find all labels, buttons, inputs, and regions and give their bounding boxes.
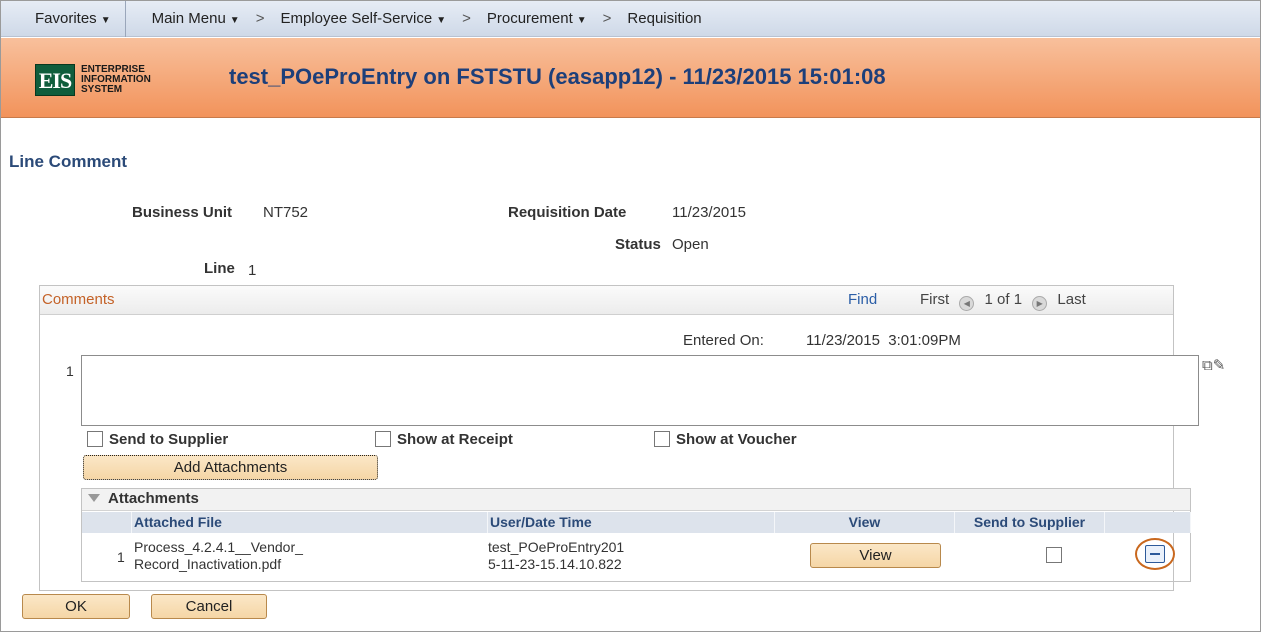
row-navigation: First ◀ 1 of 1 ▶ Last bbox=[920, 291, 1086, 311]
main-menu-label: Main Menu bbox=[151, 10, 226, 27]
page-title: Line Comment bbox=[9, 152, 128, 171]
send-to-supplier-option[interactable]: Send to Supplier bbox=[87, 431, 228, 448]
user-date-time: test_POeProEntry201 5-11-23-15.14.10.822 bbox=[488, 539, 624, 573]
breadcrumb-label: Employee Self-Service bbox=[280, 10, 433, 27]
view-attachment-button[interactable]: View bbox=[810, 543, 941, 568]
collapse-icon[interactable] bbox=[88, 494, 100, 502]
expand-icon[interactable]: ⧉ bbox=[1202, 357, 1213, 374]
comments-header: Comments Find First ◀ 1 of 1 ▶ Last bbox=[40, 286, 1173, 315]
attached-file-name[interactable]: Process_4.2.4.1__Vendor_ Record_Inactiva… bbox=[134, 539, 303, 573]
breadcrumb-procurement[interactable]: Procurement ▼ bbox=[481, 10, 593, 27]
last-link[interactable]: Last bbox=[1057, 291, 1085, 308]
send-to-supplier-checkbox[interactable] bbox=[87, 431, 103, 447]
add-attachments-button[interactable]: Add Attachments bbox=[83, 455, 378, 480]
show-at-voucher-option[interactable]: Show at Voucher bbox=[654, 431, 797, 448]
chevron-down-icon: ▼ bbox=[100, 15, 111, 26]
show-at-receipt-option[interactable]: Show at Receipt bbox=[375, 431, 513, 448]
chevron-down-icon: ▼ bbox=[436, 15, 447, 26]
column-header-actions bbox=[1105, 512, 1191, 533]
user-date-time-line: 5-11-23-15.14.10.822 bbox=[488, 556, 622, 572]
attachments-title: Attachments bbox=[108, 490, 199, 507]
comment-tools: ⧉✎ bbox=[1202, 356, 1225, 374]
attachments-header: Attachments bbox=[82, 489, 1190, 511]
status-value: Open bbox=[672, 236, 709, 253]
entered-on-value: 11/23/2015 3:01:09PM bbox=[806, 332, 961, 349]
first-link[interactable]: First bbox=[920, 291, 949, 308]
favorites-menu[interactable]: Favorites ▼ bbox=[1, 10, 121, 27]
send-to-supplier-label: Send to Supplier bbox=[109, 431, 229, 448]
environment-title: test_POeProEntry on FSTSTU (easapp12) - … bbox=[229, 64, 886, 89]
attached-file-line: Process_4.2.4.1__Vendor_ bbox=[134, 539, 303, 555]
business-unit-value: NT752 bbox=[263, 204, 309, 221]
comment-textarea[interactable] bbox=[81, 355, 1199, 426]
spell-check-icon[interactable]: ✎ bbox=[1213, 356, 1226, 374]
find-link[interactable]: Find bbox=[848, 291, 877, 308]
logo-text: ENTERPRISE INFORMATION SYSTEM bbox=[81, 65, 151, 95]
next-icon[interactable]: ▶ bbox=[1032, 296, 1048, 311]
header-banner: EIS ENTERPRISE INFORMATION SYSTEM test_P… bbox=[1, 38, 1260, 118]
entered-on-label: Entered On: bbox=[683, 332, 764, 349]
user-date-time-line: test_POeProEntry201 bbox=[488, 539, 625, 555]
ok-button[interactable]: OK bbox=[22, 594, 130, 619]
requisition-date-label: Requisition Date bbox=[508, 204, 627, 221]
cancel-button[interactable]: Cancel bbox=[151, 594, 267, 619]
business-unit-label: Business Unit bbox=[132, 204, 233, 221]
column-header-attached-file: Attached File bbox=[132, 512, 488, 533]
chevron-down-icon: ▼ bbox=[229, 15, 240, 26]
line-label: Line bbox=[204, 260, 235, 277]
eis-logo: EIS bbox=[35, 64, 75, 96]
breadcrumb-separator: > bbox=[255, 10, 265, 27]
breadcrumb-separator: > bbox=[602, 10, 612, 27]
column-header-send-to-supplier: Send to Supplier bbox=[955, 512, 1105, 533]
attachment-row-number: 1 bbox=[117, 549, 125, 565]
column-header-user-date-time: User/Date Time bbox=[488, 512, 775, 533]
favorites-label: Favorites bbox=[35, 10, 97, 27]
show-at-voucher-checkbox[interactable] bbox=[654, 431, 670, 447]
top-navigation: Favorites ▼ Main Menu ▼ > Employee Self-Se… bbox=[1, 0, 1260, 37]
show-at-receipt-checkbox[interactable] bbox=[375, 431, 391, 447]
attachment-send-to-supplier-checkbox[interactable] bbox=[1046, 547, 1062, 563]
column-header-row-number bbox=[82, 512, 132, 533]
breadcrumb-separator: > bbox=[462, 10, 471, 27]
breadcrumb-label: Procurement bbox=[486, 10, 573, 27]
logo-line: SYSTEM bbox=[81, 84, 123, 95]
status-label: Status bbox=[615, 236, 661, 253]
comments-title: Comments bbox=[42, 291, 115, 308]
chevron-down-icon: ▼ bbox=[576, 15, 587, 26]
breadcrumb-requisition[interactable]: Requisition bbox=[621, 10, 707, 27]
comment-row-number: 1 bbox=[66, 363, 74, 379]
attached-file-line: Record_Inactivation.pdf bbox=[134, 556, 282, 572]
show-at-receipt-label: Show at Receipt bbox=[397, 431, 513, 448]
previous-icon[interactable]: ◀ bbox=[959, 296, 975, 311]
main-menu[interactable]: Main Menu ▼ bbox=[146, 10, 246, 27]
show-at-voucher-label: Show at Voucher bbox=[676, 431, 797, 448]
column-header-view: View bbox=[775, 512, 955, 533]
nav-divider bbox=[124, 0, 126, 37]
requisition-date-value: 11/23/2015 bbox=[672, 204, 746, 221]
row-count: 1 of 1 bbox=[984, 291, 1023, 308]
breadcrumb-employee-self-service[interactable]: Employee Self-Service ▼ bbox=[274, 10, 452, 27]
highlight-annotation bbox=[1135, 538, 1175, 570]
line-value: 1 bbox=[248, 262, 257, 279]
